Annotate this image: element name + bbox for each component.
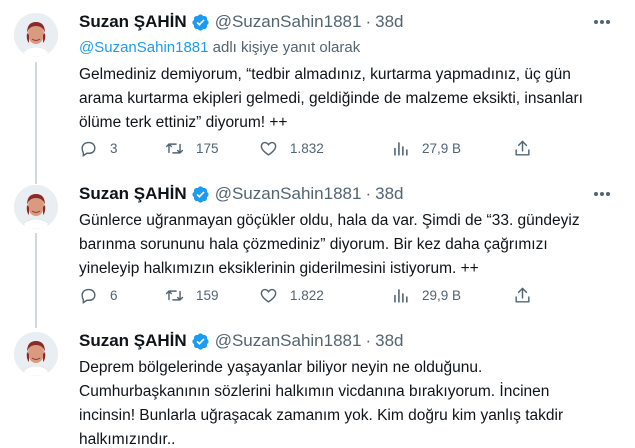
reply-count: 6 (110, 287, 118, 303)
avatar[interactable] (14, 185, 58, 229)
tweet-text: Deprem bölgelerinde yaşayanlar biliyor n… (79, 359, 564, 448)
author-name[interactable]: Suzan ŞAHİN (79, 331, 187, 351)
retweet-icon (165, 289, 184, 301)
reply-icon (81, 288, 96, 304)
reply-mention-link[interactable]: @SuzanSahin1881 (79, 39, 209, 56)
author-handle[interactable]: @SuzanSahin1881 (215, 12, 362, 32)
author-handle[interactable]: @SuzanSahin1881 (215, 184, 362, 204)
views-count: 27,9 B (422, 140, 462, 156)
heart-icon (260, 288, 277, 303)
verified-badge-icon (192, 185, 209, 203)
tweet[interactable]: Suzan ŞAHİN @SuzanSahin1881 · 38d Günler… (0, 172, 635, 323)
timestamp[interactable]: 38d (375, 184, 403, 204)
avatar[interactable] (14, 332, 58, 376)
separator-dot: · (365, 12, 372, 31)
author-name[interactable]: Suzan ŞAHİN (79, 12, 187, 32)
like-button[interactable]: 1.832 (259, 137, 324, 159)
replying-to-line: @SuzanSahin1881 adlı kişiye yanıt olarak (79, 37, 623, 59)
verified-badge-icon (192, 13, 209, 31)
more-icon[interactable] (591, 13, 613, 31)
reply-button[interactable]: 6 (79, 284, 118, 306)
author-handle[interactable]: @SuzanSahin1881 (215, 331, 362, 351)
retweet-count: 159 (196, 287, 219, 303)
tweet-actions: 3 175 1.832 27,9 B (79, 137, 539, 159)
author-name[interactable]: Suzan ŞAHİN (79, 184, 187, 204)
separator-dot: · (365, 184, 372, 203)
reply-suffix-text: adlı kişiye yanıt olarak (208, 39, 361, 56)
like-count: 1.822 (290, 287, 324, 303)
timestamp[interactable]: 38d (375, 331, 403, 351)
share-icon (515, 287, 530, 303)
views-count: 29,9 B (422, 287, 462, 303)
retweet-button[interactable]: 175 (165, 137, 219, 159)
views-button[interactable]: 27,9 B (391, 137, 461, 159)
avatar[interactable] (14, 13, 58, 57)
separator-dot: · (365, 331, 372, 350)
retweet-count: 175 (196, 140, 219, 156)
reply-button[interactable]: 3 (79, 137, 118, 159)
heart-icon (260, 141, 277, 156)
verified-badge-icon (192, 332, 209, 350)
reply-count: 3 (110, 140, 118, 156)
share-icon (515, 140, 530, 156)
tweet[interactable]: Suzan ŞAHİN @SuzanSahin1881 · 38d @Suzan… (0, 0, 635, 172)
like-button[interactable]: 1.822 (259, 284, 324, 306)
analytics-icon (394, 288, 408, 303)
views-button[interactable]: 29,9 B (391, 284, 461, 306)
tweet-text: Günlerce uğranmayan göçükler oldu, hala … (79, 212, 580, 277)
retweet-icon (165, 142, 184, 154)
share-button[interactable] (513, 137, 532, 159)
retweet-button[interactable]: 159 (165, 284, 219, 306)
tweet[interactable]: Suzan ŞAHİN @SuzanSahin1881 · 38d Deprem… (0, 323, 635, 448)
like-count: 1.832 (290, 140, 324, 156)
tweet-actions: 6 159 1.822 29,9 B (79, 284, 539, 306)
more-icon[interactable] (591, 185, 613, 203)
tweet-text: Gelmediniz demiyorum, “tedbir almadınız,… (79, 66, 583, 131)
analytics-icon (394, 141, 408, 156)
reply-icon (81, 141, 96, 157)
timestamp[interactable]: 38d (375, 12, 403, 32)
share-button[interactable] (513, 284, 532, 306)
